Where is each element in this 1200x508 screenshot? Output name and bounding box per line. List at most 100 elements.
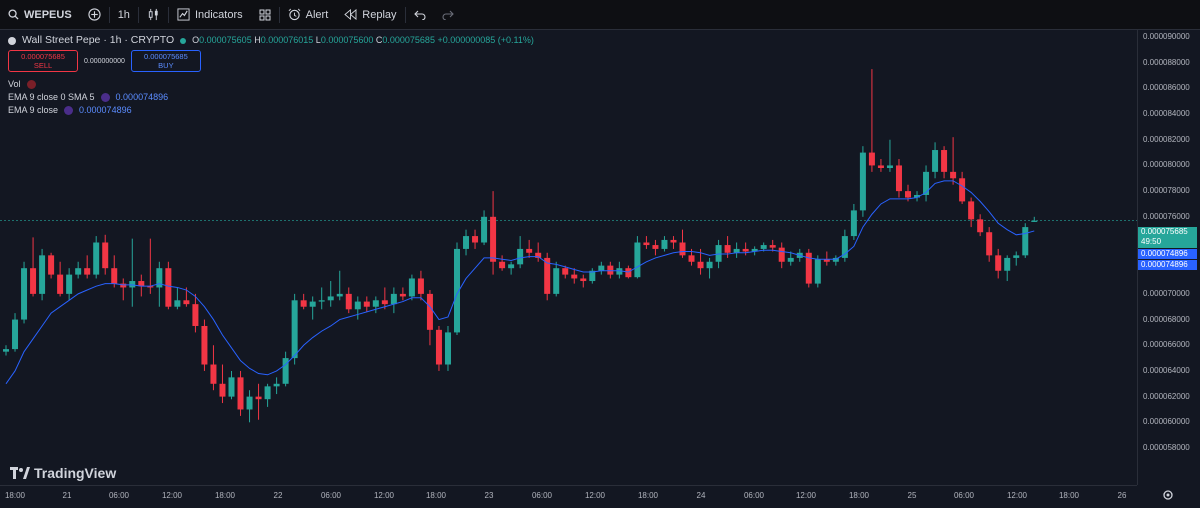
candle[interactable] [66, 268, 73, 301]
gear-icon[interactable] [1162, 489, 1174, 501]
candle[interactable] [589, 268, 596, 284]
candle[interactable] [417, 270, 424, 301]
candle[interactable] [390, 287, 397, 314]
candle[interactable] [499, 255, 506, 271]
candle[interactable] [300, 293, 307, 310]
candle[interactable] [724, 236, 731, 258]
candle[interactable] [832, 255, 839, 266]
candle[interactable] [3, 345, 9, 356]
candle[interactable] [93, 236, 100, 279]
candle[interactable] [995, 248, 1002, 279]
candle[interactable] [932, 142, 939, 179]
candle[interactable] [877, 159, 884, 172]
candle[interactable] [1022, 223, 1029, 258]
symbol-search[interactable]: WEPEUS [0, 0, 80, 29]
candle[interactable] [39, 248, 46, 301]
indicator-settings-icon[interactable] [64, 106, 74, 115]
candle[interactable] [363, 296, 370, 312]
candle[interactable] [895, 159, 902, 198]
candle[interactable] [399, 287, 406, 301]
candle[interactable] [48, 252, 55, 279]
candle[interactable] [742, 242, 749, 256]
candle[interactable] [463, 229, 470, 256]
candle[interactable] [192, 293, 199, 333]
sell-button[interactable]: 0.000075685 SELL [8, 50, 78, 72]
candle[interactable] [345, 287, 352, 314]
candle[interactable] [472, 229, 479, 249]
candle[interactable] [517, 236, 524, 269]
alert-button[interactable]: Alert [280, 0, 337, 29]
candle[interactable] [652, 239, 659, 256]
volume-indicator-row[interactable]: Vol [8, 78, 534, 91]
candle[interactable] [336, 270, 343, 301]
candle[interactable] [30, 237, 37, 297]
candle[interactable] [841, 229, 848, 262]
candle[interactable] [643, 236, 650, 249]
candle[interactable] [535, 242, 542, 262]
tradingview-logo[interactable]: TradingView [10, 465, 116, 481]
hidden-warning-icon[interactable] [26, 80, 36, 89]
candle[interactable] [661, 236, 668, 252]
chart-type-button[interactable] [139, 0, 168, 29]
candle[interactable] [435, 325, 442, 371]
candle[interactable] [219, 364, 226, 404]
candle[interactable] [814, 255, 821, 288]
interval-button[interactable]: 1h [110, 0, 138, 29]
candle[interactable] [679, 229, 686, 258]
candle[interactable] [508, 261, 515, 275]
candle[interactable] [805, 248, 812, 288]
candle[interactable] [1031, 216, 1038, 222]
candle[interactable] [318, 287, 325, 310]
candle[interactable] [84, 255, 91, 279]
candle[interactable] [481, 210, 488, 246]
candle[interactable] [733, 242, 740, 258]
candle[interactable] [57, 261, 64, 297]
candle[interactable] [174, 287, 181, 310]
candle[interactable] [598, 261, 605, 275]
candle[interactable] [444, 325, 451, 371]
candle[interactable] [102, 234, 109, 275]
candle[interactable] [120, 278, 127, 301]
candle[interactable] [129, 238, 136, 307]
candle[interactable] [354, 296, 361, 320]
candle[interactable] [823, 251, 830, 266]
candle[interactable] [616, 261, 623, 279]
candle[interactable] [454, 242, 460, 335]
candle[interactable] [580, 274, 587, 288]
candle[interactable] [490, 191, 497, 275]
candle[interactable] [1013, 251, 1020, 266]
candle[interactable] [228, 370, 235, 400]
compare-button[interactable] [80, 0, 109, 29]
candle[interactable] [553, 261, 560, 297]
candle[interactable] [255, 383, 262, 420]
candle[interactable] [706, 257, 713, 279]
templates-button[interactable] [251, 0, 279, 29]
candle[interactable] [111, 255, 118, 288]
indicator-settings-icon[interactable] [100, 93, 110, 102]
candle[interactable] [372, 296, 379, 314]
candle[interactable] [778, 242, 785, 269]
candle[interactable] [408, 274, 415, 301]
candle[interactable] [859, 146, 866, 217]
candle[interactable] [75, 261, 82, 279]
redo-button[interactable] [434, 0, 462, 29]
candle[interactable] [237, 370, 244, 416]
candle[interactable] [201, 319, 208, 371]
candle[interactable] [923, 165, 930, 202]
candle[interactable] [426, 290, 433, 346]
candle[interactable] [950, 137, 957, 185]
candle[interactable] [1004, 255, 1011, 282]
candle[interactable] [21, 261, 28, 324]
candle[interactable] [526, 239, 533, 258]
candle[interactable] [670, 236, 677, 249]
candle[interactable] [273, 377, 280, 395]
candle[interactable] [544, 252, 551, 301]
ema-sma-indicator-row[interactable]: EMA 9 close 0 SMA 5 0.000074896 [8, 91, 534, 104]
candle[interactable] [327, 281, 334, 307]
candle[interactable] [968, 197, 975, 228]
candle[interactable] [291, 293, 298, 365]
candle[interactable] [12, 313, 19, 352]
undo-button[interactable] [406, 0, 434, 29]
replay-button[interactable]: Replay [336, 0, 404, 29]
candle[interactable] [210, 345, 217, 391]
